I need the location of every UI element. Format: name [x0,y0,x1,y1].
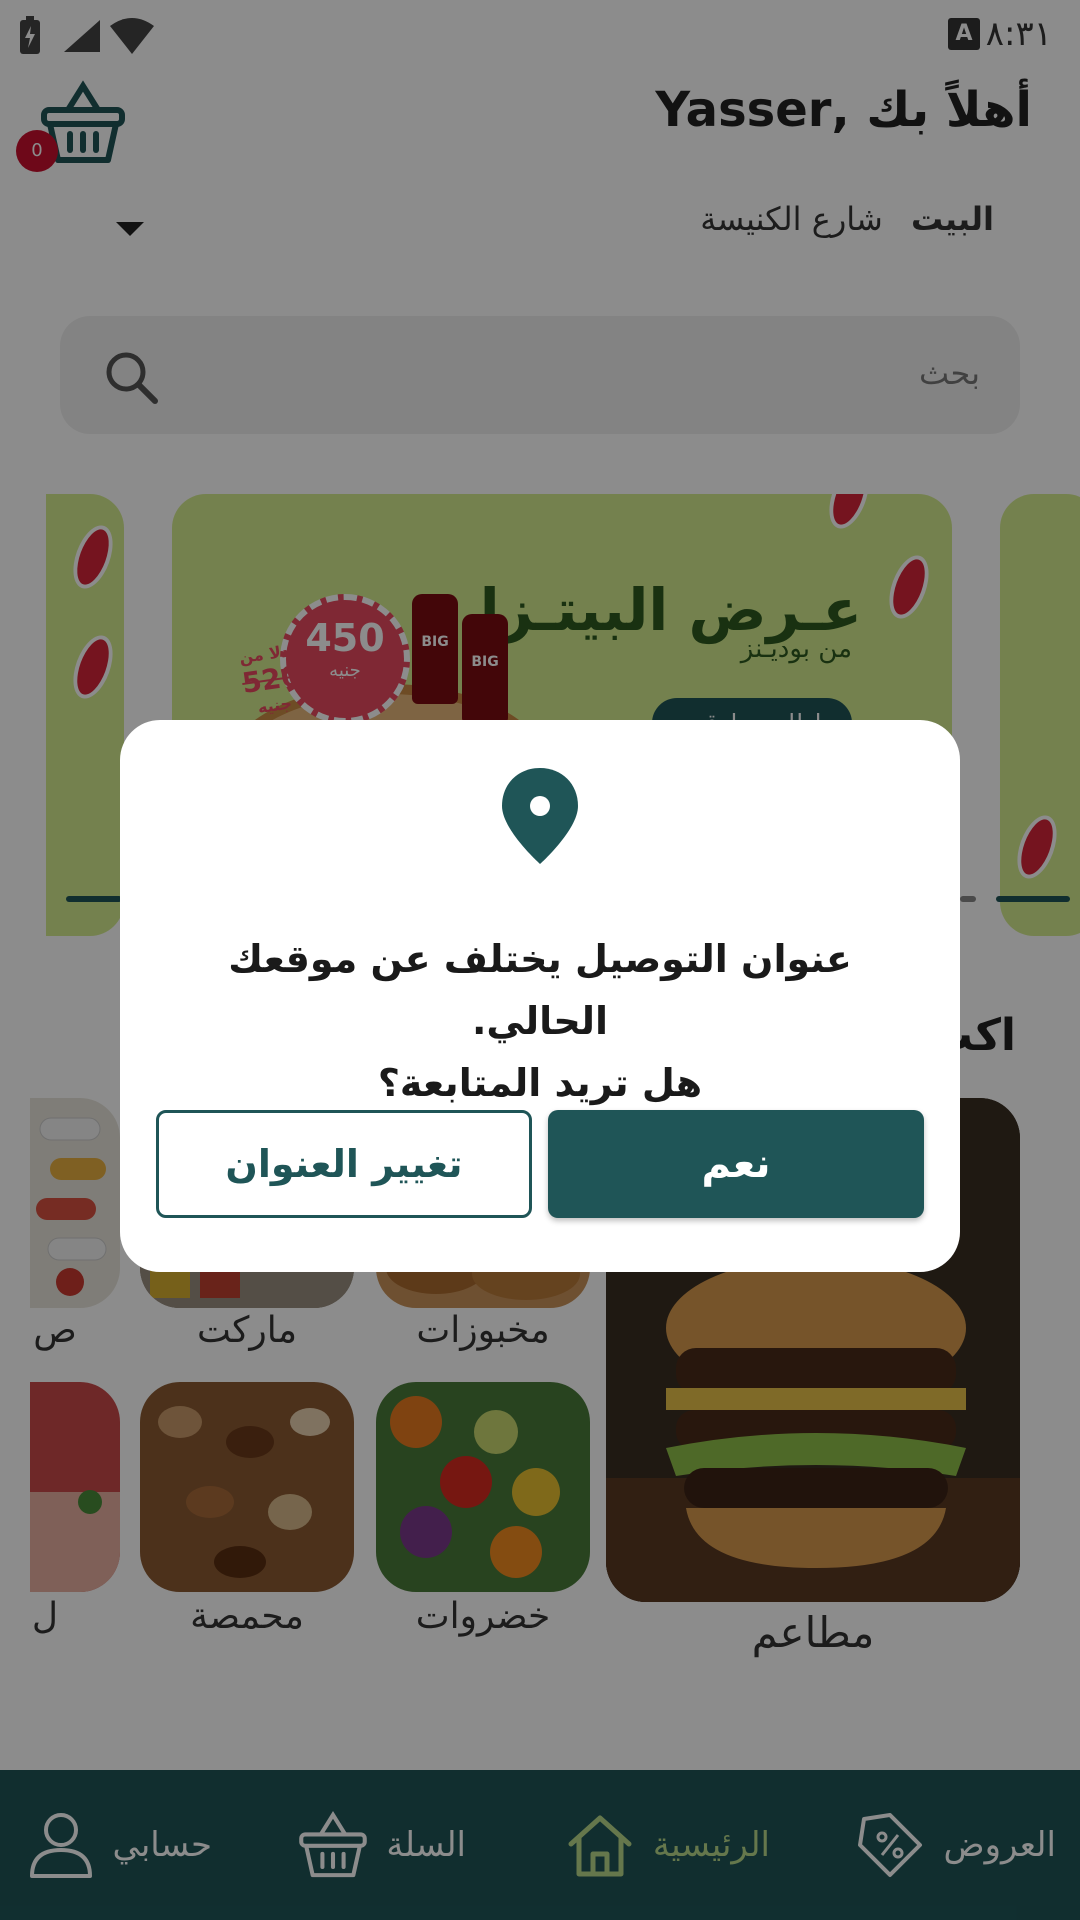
dialog-message-line2: هل تريد المتابعة؟ [377,1061,703,1105]
dialog-message: عنوان التوصيل يختلف عن موقعك الحالي. هل … [160,928,920,1114]
confirm-yes-button[interactable]: نعم [548,1110,924,1218]
address-mismatch-dialog: عنوان التوصيل يختلف عن موقعك الحالي. هل … [120,720,960,1272]
dialog-message-line1: عنوان التوصيل يختلف عن موقعك الحالي. [228,937,852,1043]
location-pin-icon [502,768,578,864]
change-address-button[interactable]: تغيير العنوان [156,1110,532,1218]
